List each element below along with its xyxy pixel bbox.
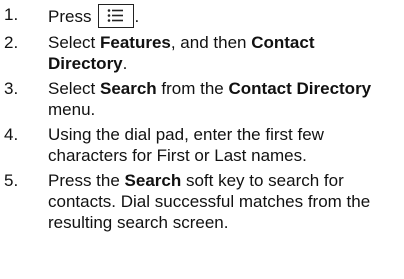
text-run: , and then bbox=[170, 33, 252, 52]
end-punctuation: . bbox=[134, 7, 140, 26]
menu-list-icon-graphic bbox=[108, 9, 124, 22]
step-number: 4. bbox=[4, 125, 19, 144]
text-run: from the bbox=[156, 79, 229, 98]
text-run: Press the bbox=[48, 171, 125, 190]
step-number: 5. bbox=[4, 171, 19, 190]
step-text: Press . bbox=[48, 4, 404, 28]
press-label: Press bbox=[48, 7, 92, 26]
text-run: . bbox=[122, 54, 128, 73]
step-number: 2. bbox=[4, 33, 19, 52]
search-term: Search bbox=[99, 79, 157, 98]
text-run: Select bbox=[48, 33, 100, 52]
step-2: 2. Select Features, and then Contact Dir… bbox=[0, 32, 404, 74]
step-text: Select Search from the Contact Directory… bbox=[48, 78, 404, 120]
step-number: 3. bbox=[4, 79, 19, 98]
step-3: 3. Select Search from the Contact Direct… bbox=[0, 78, 404, 120]
step-number: 1. bbox=[4, 5, 19, 24]
contact-directory-term: Contact Directory bbox=[228, 79, 372, 98]
step-1: 1. Press . bbox=[0, 4, 404, 28]
text-run: menu. bbox=[48, 100, 96, 119]
features-term: Features bbox=[99, 33, 171, 52]
step-5: 5. Press the Search soft key to search f… bbox=[0, 170, 404, 233]
instruction-steps-list: 1. Press . 2. Select Features, and then … bbox=[0, 4, 404, 233]
step-text: Press the Search soft key to search for … bbox=[48, 170, 404, 233]
text-run: Select bbox=[48, 79, 100, 98]
step-text: Select Features, and then Contact Direct… bbox=[48, 32, 404, 74]
menu-list-key-icon bbox=[98, 4, 135, 28]
step-text: Using the dial pad, enter the first few … bbox=[48, 125, 324, 165]
search-soft-key-term: Search bbox=[124, 171, 182, 190]
step-4: 4. Using the dial pad, enter the first f… bbox=[0, 124, 404, 166]
